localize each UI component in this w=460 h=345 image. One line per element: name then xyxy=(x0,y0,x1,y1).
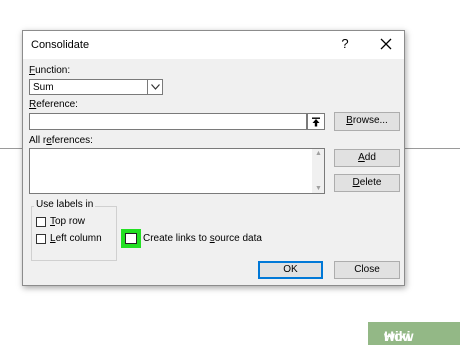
all-references-list[interactable]: ▲ ▼ xyxy=(29,148,325,194)
background-line-right xyxy=(405,148,460,149)
reference-input[interactable] xyxy=(29,113,307,130)
delete-button[interactable]: Delete xyxy=(334,174,400,192)
function-dropdown[interactable]: Sum xyxy=(29,79,163,95)
create-links-highlight xyxy=(121,229,141,248)
add-button[interactable]: Add xyxy=(334,149,400,167)
scroll-down-icon[interactable]: ▼ xyxy=(315,185,322,192)
dropdown-arrow[interactable] xyxy=(147,80,162,94)
dialog-title: Consolidate xyxy=(31,39,90,51)
upload-arrow-icon xyxy=(312,117,320,127)
create-links-checkbox[interactable] xyxy=(125,233,137,244)
scroll-up-icon[interactable]: ▲ xyxy=(315,150,322,157)
ok-button[interactable]: OK xyxy=(258,261,323,279)
wikihow-watermark: wiki How xyxy=(368,322,460,345)
background-line-left xyxy=(0,148,22,149)
function-label: Function: xyxy=(29,65,71,76)
consolidate-dialog: Consolidate ? Function: Sum Reference: B… xyxy=(22,30,405,286)
top-row-label[interactable]: Top row xyxy=(50,216,85,227)
close-icon xyxy=(380,38,392,50)
create-links-label[interactable]: Create links to source data xyxy=(143,233,262,244)
function-value: Sum xyxy=(33,82,54,93)
collapse-dialog-button[interactable] xyxy=(307,113,325,130)
list-scrollbar[interactable]: ▲ ▼ xyxy=(312,149,324,193)
title-bar: Consolidate ? xyxy=(23,31,404,59)
help-button[interactable]: ? xyxy=(337,36,353,54)
close-button[interactable]: Close xyxy=(334,261,400,279)
chevron-down-icon xyxy=(151,84,160,90)
reference-label: Reference: xyxy=(29,99,78,110)
left-column-label[interactable]: Left column xyxy=(50,233,102,244)
use-labels-title: Use labels in xyxy=(34,199,96,210)
top-row-checkbox[interactable] xyxy=(36,217,46,227)
close-window-button[interactable] xyxy=(377,35,395,53)
how-text: How xyxy=(384,328,414,344)
all-references-label: All references: xyxy=(29,135,93,146)
left-column-checkbox[interactable] xyxy=(36,234,46,244)
browse-button[interactable]: Browse... xyxy=(334,112,400,131)
